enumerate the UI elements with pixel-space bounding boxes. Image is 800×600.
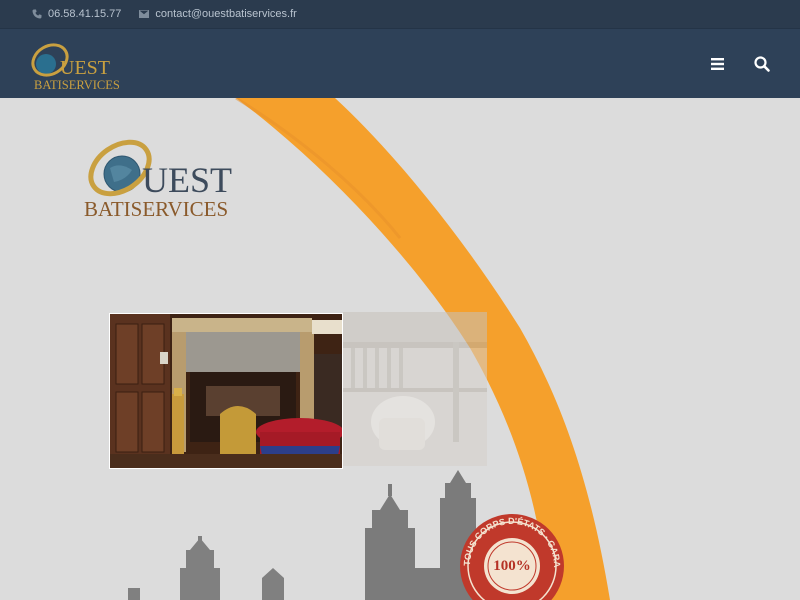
top-contact-bar: 06.58.41.15.77 contact@ouestbatiservices… <box>0 0 800 28</box>
hero-logo-name-sub: BATISERVICES <box>84 197 228 221</box>
phone-icon <box>32 9 42 19</box>
hero-banner: TOUS CORPS D'ÉTATS · GARANTIE DÉCENNALE … <box>0 98 800 600</box>
fireplace-interior-photo[interactable] <box>109 313 343 469</box>
badge-percent: 100% <box>493 558 531 574</box>
church-silhouette-left <box>128 536 284 600</box>
logo-name-sub: BATISERVICES <box>34 78 120 92</box>
main-navbar: UEST BATISERVICES <box>0 28 800 98</box>
navbar-logo[interactable]: UEST BATISERVICES <box>30 36 130 94</box>
phone-contact[interactable]: 06.58.41.15.77 <box>32 8 121 20</box>
hero-logo-name-main: UEST <box>142 160 232 200</box>
fireplace-image <box>110 314 342 468</box>
email-contact[interactable]: contact@ouestbatiservices.fr <box>139 8 297 20</box>
church-silhouette-right <box>365 470 476 600</box>
staircase-image <box>343 312 487 466</box>
logo-name-main: UEST <box>60 57 110 79</box>
search-icon[interactable] <box>753 55 771 73</box>
envelope-icon <box>139 10 150 18</box>
hero-logo: UEST BATISERVICES <box>84 139 232 221</box>
phone-number: 06.58.41.15.77 <box>48 8 122 20</box>
globe-shape <box>36 54 56 74</box>
hamburger-icon[interactable] <box>709 55 727 73</box>
faded-staircase-photo[interactable] <box>343 312 487 466</box>
email-address: contact@ouestbatiservices.fr <box>155 8 297 20</box>
